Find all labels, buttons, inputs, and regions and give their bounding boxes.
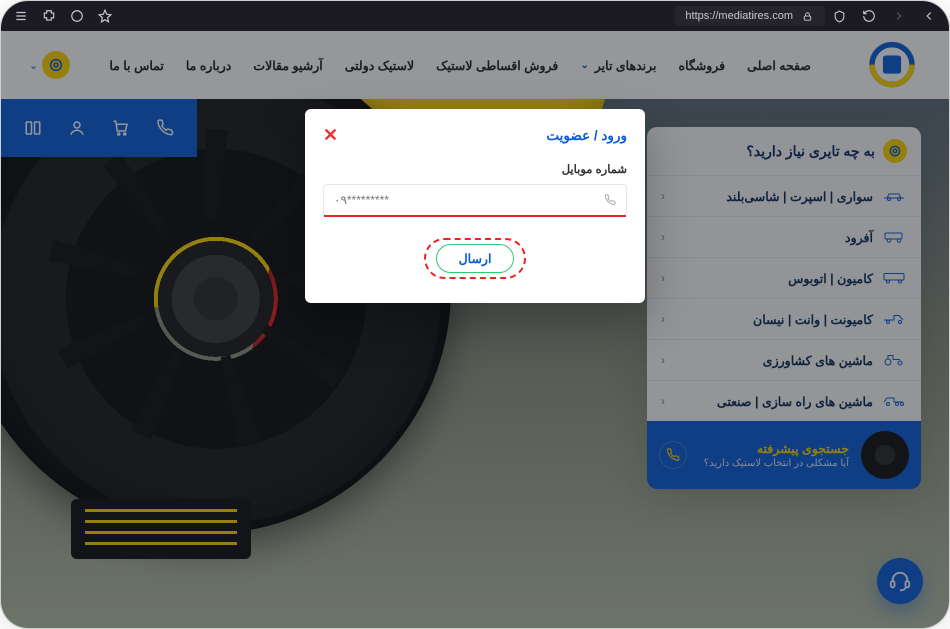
submit-highlight: ارسال (424, 238, 527, 279)
close-icon[interactable]: ✕ (323, 125, 338, 146)
star-icon[interactable] (97, 8, 113, 24)
nav-back-icon[interactable] (921, 8, 937, 24)
mobile-field-wrap (323, 184, 627, 216)
login-modal: ورود / عضویت ✕ شماره موبایل ارسال (305, 109, 645, 303)
refresh-icon[interactable] (861, 8, 877, 24)
nav-forward-icon[interactable] (891, 8, 907, 24)
url-bar[interactable]: https://mediatires.com (675, 6, 825, 26)
download-icon[interactable] (69, 8, 85, 24)
shield-icon[interactable] (831, 8, 847, 24)
modal-title: ورود / عضویت (546, 128, 627, 144)
browser-toolbar: https://mediatires.com (1, 1, 949, 31)
mobile-label: شماره موبایل (323, 162, 627, 176)
extensions-icon[interactable] (41, 8, 57, 24)
url-text: https://mediatires.com (685, 10, 793, 22)
phone-input-icon (604, 194, 616, 206)
submit-button[interactable]: ارسال (436, 244, 515, 273)
mobile-input[interactable] (334, 193, 598, 207)
lock-icon (799, 8, 815, 24)
menu-icon[interactable] (13, 8, 29, 24)
